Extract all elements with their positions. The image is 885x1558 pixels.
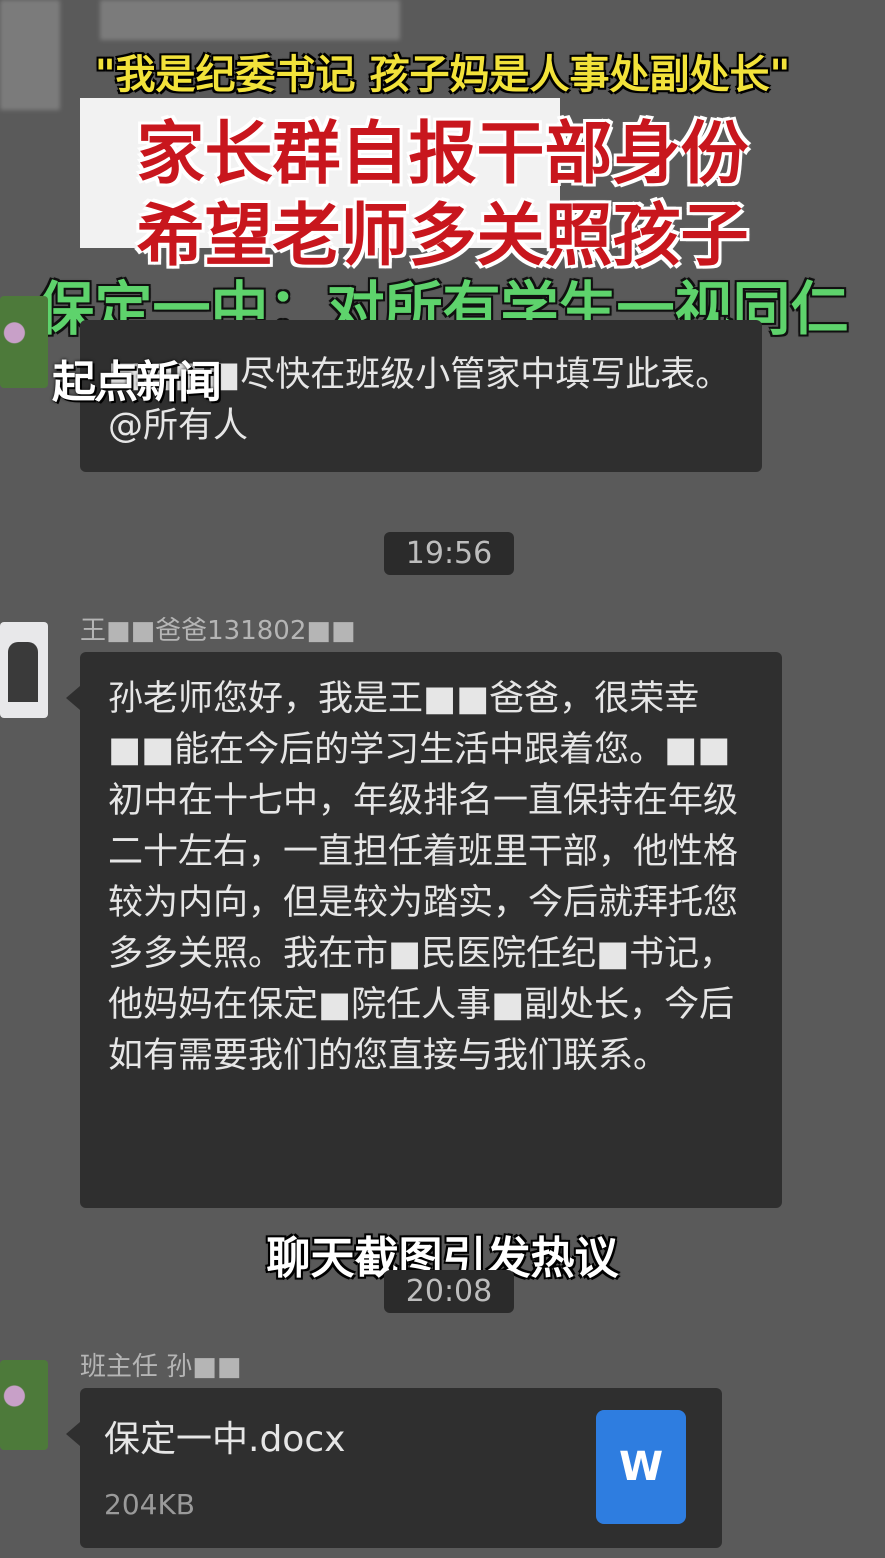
file-message-bubble[interactable]: 保定一中.docx 204KB W bbox=[80, 1388, 722, 1548]
avatar-teacher[interactable] bbox=[0, 296, 48, 388]
bubble-tail-2 bbox=[66, 686, 80, 710]
avatar-figure-icon bbox=[8, 642, 38, 702]
caption-quote: "我是纪委书记 孩子妈是人事处副处长" bbox=[94, 52, 791, 98]
avatar-parent[interactable] bbox=[0, 622, 48, 718]
bubble-tail-3 bbox=[66, 1422, 80, 1446]
message-text-2: 孙老师您好，我是王■■爸爸，很荣幸■■能在今后的学习生活中跟着您。■■初中在十七… bbox=[108, 679, 739, 1076]
sender-name-parent: 王■■爸爸131802■■ bbox=[80, 616, 356, 646]
word-document-icon: W bbox=[596, 1410, 686, 1524]
sender-name-teacher: 班主任 孙■■ bbox=[80, 1352, 242, 1382]
avatar-teacher-2[interactable] bbox=[0, 1360, 48, 1450]
blurred-header-middle bbox=[100, 0, 400, 40]
timestamp-1: 19:56 bbox=[384, 532, 514, 575]
message-bubble-2: 孙老师您好，我是王■■爸爸，很荣幸■■能在今后的学习生活中跟着您。■■初中在十七… bbox=[80, 652, 782, 1208]
watermark-logo: 起点新闻 bbox=[52, 357, 222, 408]
timestamp-2: 20:08 bbox=[384, 1270, 514, 1313]
